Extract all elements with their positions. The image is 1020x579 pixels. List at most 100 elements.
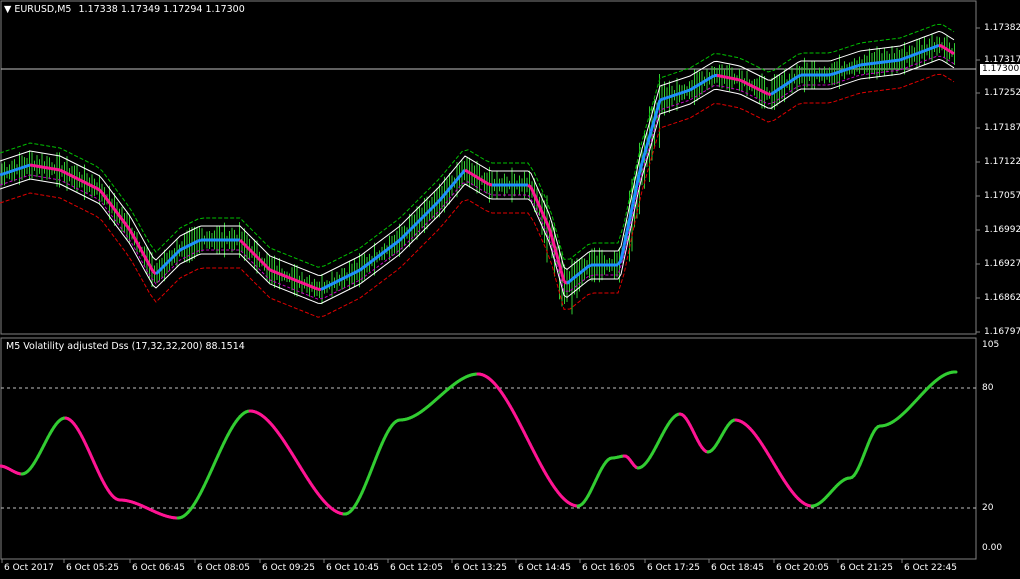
- ma-segment: [347, 273, 352, 278]
- open-value: 1.17338: [78, 4, 118, 15]
- ma-segment: [265, 265, 272, 272]
- ma-segment: [470, 172, 475, 177]
- ma-segment: [244, 244, 251, 251]
- ma-segment: [412, 221, 419, 228]
- time-tick: 6 Oct 22:45: [904, 563, 957, 573]
- ma-segment: [485, 181, 490, 186]
- price-tick: 1.17122: [984, 157, 1020, 167]
- ma-segment: [109, 203, 116, 210]
- ma-segment: [259, 259, 266, 266]
- ma-segment: [154, 269, 161, 276]
- ma-segment: [448, 183, 455, 189]
- ma-segment: [197, 238, 202, 243]
- ma-segment: [238, 238, 245, 245]
- ma-segment: [296, 279, 301, 284]
- ma-segment: [776, 87, 781, 92]
- ma-segment: [950, 50, 955, 56]
- ma-segment: [47, 166, 52, 170]
- ma-segment: [473, 174, 478, 179]
- ma-segment: [917, 50, 922, 55]
- time-tick: 6 Oct 09:25: [262, 563, 315, 573]
- ma-segment: [14, 167, 19, 172]
- ma-segment: [587, 263, 592, 268]
- ma-segment: [851, 65, 856, 70]
- ma-segment: [902, 56, 907, 61]
- ma-segment: [541, 213, 548, 222]
- ma-segment: [106, 199, 113, 206]
- dropdown-triangle-icon[interactable]: ▼: [4, 4, 11, 15]
- ma-segment: [350, 271, 355, 276]
- ma-segment: [695, 83, 700, 88]
- ma-segment: [935, 43, 940, 48]
- ma-segment: [314, 286, 319, 291]
- time-tick: 6 Oct 12:05: [390, 563, 443, 573]
- time-tick: 6 Oct 06:45: [132, 563, 185, 573]
- ma-segment: [686, 88, 691, 93]
- ma-segment: [374, 255, 379, 260]
- time-tick: 6 Oct 08:05: [197, 563, 250, 573]
- ma-segment: [646, 131, 653, 143]
- low-value: 1.17294: [163, 4, 203, 15]
- ma-segment: [430, 203, 437, 210]
- ma-segment: [710, 74, 715, 79]
- ma-segment: [80, 179, 85, 184]
- ma-segment: [278, 272, 283, 277]
- ma-segment: [701, 79, 706, 85]
- ma-segment: [2, 171, 7, 176]
- ma-segment: [728, 76, 733, 80]
- ma-segment: [41, 165, 46, 169]
- ma-segment: [356, 268, 361, 273]
- price-tick: 1.16862: [984, 293, 1020, 303]
- ma-segment: [188, 242, 193, 247]
- ma-segment: [415, 218, 422, 225]
- ma-segment: [92, 185, 97, 190]
- high-value: 1.17349: [120, 4, 161, 15]
- ma-segment: [926, 47, 931, 52]
- ma-segment: [941, 44, 946, 50]
- ma-segment: [332, 280, 337, 285]
- time-tick: 6 Oct 20:05: [776, 563, 829, 573]
- ma-segment: [406, 227, 413, 234]
- ma-segment: [725, 75, 730, 80]
- ma-segment: [628, 202, 635, 218]
- ma-segment: [35, 164, 40, 168]
- symbol-header[interactable]: ▼ EURUSD,M5 1.17338 1.17349 1.17294 1.17…: [4, 4, 245, 15]
- indicator-title: M5 Volatility adjusted Dss (17,32,32,200…: [6, 341, 245, 352]
- ma-segment: [338, 277, 343, 282]
- ma-segment: [262, 262, 269, 269]
- ma-segment: [341, 276, 346, 281]
- time-tick: 6 Oct 14:45: [518, 563, 571, 573]
- time-tick: 6 Oct 10:45: [326, 563, 379, 573]
- ma-segment: [59, 168, 64, 173]
- lower-channel: [0, 73, 955, 318]
- dss-line: [0, 370, 958, 520]
- ma-segment: [5, 170, 10, 175]
- ma-segment: [559, 269, 566, 282]
- ma-segment: [281, 273, 286, 278]
- ma-segment: [20, 165, 25, 170]
- time-tick: 6 Oct 13:25: [454, 563, 507, 573]
- ma-segment: [247, 247, 254, 254]
- ma-segment: [427, 206, 434, 213]
- ma-segment: [731, 76, 736, 81]
- ma-segment: [704, 77, 709, 83]
- ma-segment: [172, 251, 179, 258]
- symbol-name: EURUSD,M5: [14, 4, 72, 15]
- ma-segment: [56, 168, 61, 172]
- ma-segment: [383, 248, 388, 254]
- level-label: 0.00: [982, 543, 1003, 553]
- ma-segment: [26, 163, 31, 168]
- ma-segment: [854, 64, 859, 69]
- ma-segment: [359, 266, 364, 272]
- ma-segment: [572, 275, 577, 280]
- ma-segment: [380, 250, 385, 256]
- ma-segment: [569, 277, 574, 283]
- ma-segment: [400, 233, 407, 240]
- current-price-tag: 1.17300: [980, 64, 1020, 75]
- ma-segment: [365, 262, 370, 267]
- chart-canvas[interactable]: [0, 0, 1020, 579]
- ma-segment: [581, 267, 586, 273]
- ma-segment: [118, 215, 125, 222]
- ma-segment: [287, 275, 292, 280]
- ma-segment: [764, 91, 769, 96]
